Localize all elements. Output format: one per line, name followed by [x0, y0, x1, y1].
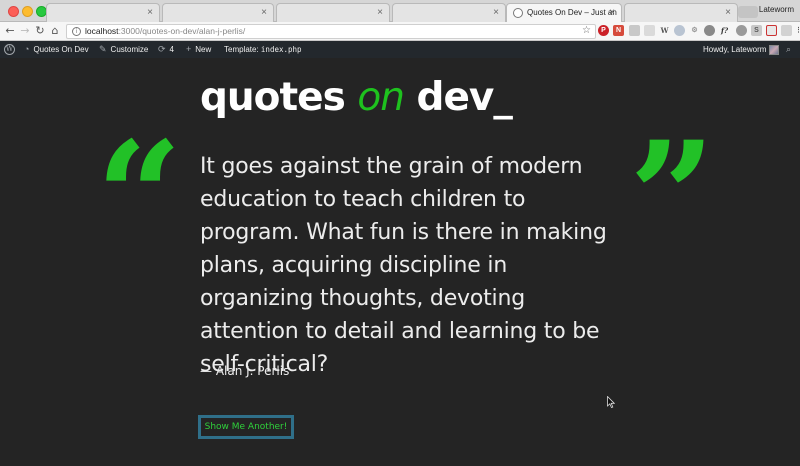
menu-dots-icon[interactable]: ⋮: [793, 25, 800, 36]
site-name-link[interactable]: ◔ Quotes On Dev: [24, 41, 89, 58]
dashboard-icon: ◔: [24, 44, 30, 54]
new-content-link[interactable]: + New: [186, 41, 211, 58]
refresh-icon: ⟳: [158, 44, 166, 54]
extension-square-icon[interactable]: [644, 25, 655, 36]
extension-blue-icon[interactable]: [674, 25, 685, 36]
customize-link[interactable]: ✎ Customize: [99, 41, 148, 58]
tab-close-icon[interactable]: ×: [493, 7, 499, 19]
template-info[interactable]: Template: index.php: [224, 41, 302, 58]
account-menu[interactable]: Howdy, Lateworm: [703, 41, 780, 58]
site-title[interactable]: quotes on dev_: [200, 75, 513, 120]
bookmark-star-icon[interactable]: ☆: [582, 25, 591, 36]
home-icon[interactable]: ⌂: [48, 24, 62, 38]
forward-arrow-icon[interactable]: →: [18, 24, 32, 38]
brush-icon: ✎: [99, 44, 107, 54]
browser-tab[interactable]: ×: [392, 3, 506, 22]
url-text[interactable]: localhost:3000/quotes-on-dev/alan-j-perl…: [85, 26, 245, 36]
wikipedia-icon[interactable]: W: [659, 25, 670, 36]
browser-toolbar: ← → ↻ ⌂ i localhost:3000/quotes-on-dev/a…: [0, 22, 800, 41]
wp-admin-bar: W ◔ Quotes On Dev ✎ Customize ⟳ 4 + New Temp…: [0, 41, 800, 58]
gear-icon[interactable]: ⚙: [689, 25, 700, 36]
reload-icon[interactable]: ↻: [33, 24, 47, 38]
tab-close-icon[interactable]: ×: [609, 7, 615, 19]
extension-dark-icon[interactable]: [704, 25, 715, 36]
new-tab-button[interactable]: [738, 6, 758, 18]
tab-close-icon[interactable]: ×: [261, 7, 267, 19]
tab-close-icon[interactable]: ×: [725, 7, 731, 19]
show-another-button[interactable]: Show Me Another!: [198, 415, 294, 439]
calendar-icon[interactable]: [766, 25, 777, 36]
updates-link[interactable]: ⟳ 4: [158, 41, 174, 58]
address-bar[interactable]: i localhost:3000/quotes-on-dev/alan-j-pe…: [66, 24, 596, 39]
pinterest-icon[interactable]: P: [598, 25, 609, 36]
function-icon[interactable]: f?: [719, 25, 730, 36]
wordpress-logo-icon[interactable]: W: [4, 44, 15, 55]
tab-close-icon[interactable]: ×: [147, 7, 153, 19]
profile-name[interactable]: Lateworm: [759, 5, 794, 14]
plus-icon: +: [186, 44, 192, 54]
minimize-window-button[interactable]: [22, 6, 33, 17]
browser-tab[interactable]: ×: [46, 3, 160, 22]
extension-gray-icon[interactable]: [629, 25, 640, 36]
extension-light-icon[interactable]: [781, 25, 792, 36]
open-quote-icon: “: [96, 109, 183, 285]
browser-tab[interactable]: ×: [276, 3, 390, 22]
close-window-button[interactable]: [8, 6, 19, 17]
extension-red-icon[interactable]: N: [613, 25, 624, 36]
quote-text: It goes against the grain of modern educ…: [200, 154, 607, 377]
info-icon[interactable]: i: [72, 27, 81, 36]
search-icon[interactable]: ⌕: [786, 41, 795, 58]
browser-tab[interactable]: ×: [624, 3, 738, 22]
quote-author: — Alan J. Perlis: [200, 364, 290, 378]
mouse-cursor-icon: [607, 396, 615, 408]
browser-tab[interactable]: ×: [162, 3, 274, 22]
back-arrow-icon[interactable]: ←: [3, 24, 17, 38]
browser-tab-strip: × × × × Quotes On Dev – Just anot × × La…: [0, 0, 800, 23]
close-quote-icon: ”: [629, 109, 716, 285]
tab-close-icon[interactable]: ×: [377, 7, 383, 19]
browser-tab-active[interactable]: Quotes On Dev – Just anot ×: [506, 3, 622, 23]
avatar: [769, 44, 780, 55]
globe-icon: [513, 8, 523, 18]
microphone-icon[interactable]: [736, 25, 747, 36]
page-content: quotes on dev_ “ ” It goes against the g…: [0, 58, 800, 466]
extension-s-icon[interactable]: S: [751, 25, 762, 36]
